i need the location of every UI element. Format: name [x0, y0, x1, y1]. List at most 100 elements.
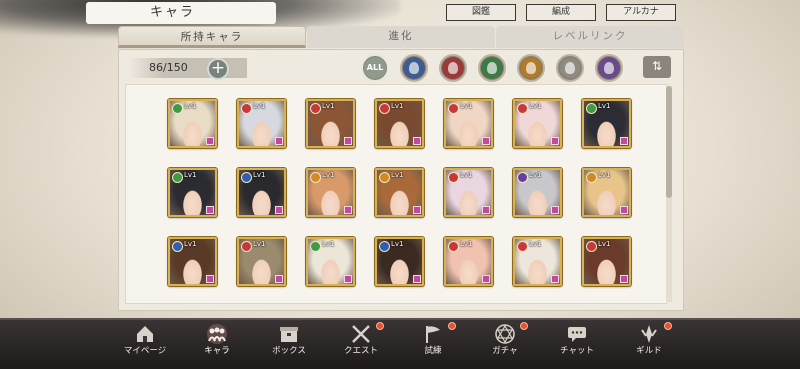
character-card[interactable]: Lv1 [444, 237, 493, 286]
water-element-icon [172, 241, 183, 252]
rarity-corner-icon [620, 137, 628, 145]
tab-owned[interactable]: 所持キャラ [118, 26, 306, 48]
earth-filter[interactable] [517, 54, 545, 82]
plus-icon[interactable]: + [207, 58, 229, 80]
character-card[interactable]: Lv1 [306, 168, 355, 217]
character-card[interactable]: Lv1 [237, 237, 286, 286]
water-element-icon [379, 241, 390, 252]
page-title: キャラ [86, 2, 276, 24]
level-label: Lv1 [253, 102, 266, 110]
level-label: Lv1 [184, 240, 197, 248]
character-panel: 86/150 + ALL ⇅ Lv1 Lv1 Lv1 Lv1 Lv1 Lv1 Lv1 Lv1 L… [118, 49, 684, 311]
nav-item-hexagram[interactable]: ガチャ [468, 320, 542, 369]
hensei-button[interactable]: 編成 [526, 4, 596, 21]
dark-icon [604, 62, 614, 74]
scrollbar-thumb[interactable] [666, 86, 672, 198]
nav-item-guild[interactable]: ギルド [612, 320, 686, 369]
arcana-button[interactable]: アルカナ [606, 4, 676, 21]
swords-icon [350, 324, 372, 344]
character-card[interactable]: Lv1 [168, 168, 217, 217]
wind-icon [487, 62, 497, 74]
rarity-corner-icon [413, 206, 421, 214]
rarity-corner-icon [344, 206, 352, 214]
fire-element-icon [448, 172, 459, 183]
rarity-corner-icon [275, 275, 283, 283]
character-card[interactable]: Lv1 [375, 237, 424, 286]
nav-item-chara[interactable]: キャラ [180, 320, 254, 369]
hexagram-icon [494, 324, 516, 344]
character-card[interactable]: Lv1 [513, 237, 562, 286]
dark-element-icon [517, 172, 528, 183]
fire-element-icon [241, 241, 252, 252]
guild-icon [638, 324, 660, 344]
character-card[interactable]: Lv1 [237, 99, 286, 148]
character-card[interactable]: Lv1 [375, 99, 424, 148]
nav-label: ボックス [272, 346, 306, 356]
character-card[interactable]: Lv1 [375, 168, 424, 217]
rarity-corner-icon [344, 275, 352, 283]
rarity-corner-icon [482, 206, 490, 214]
notification-badge [376, 322, 384, 330]
nav-item-home[interactable]: マイページ [108, 320, 182, 369]
tab-evolve[interactable]: 進化 [307, 26, 495, 48]
character-card[interactable]: Lv1 [237, 168, 286, 217]
filter-all-button[interactable]: ALL [361, 54, 389, 82]
earth-element-icon [586, 172, 597, 183]
level-label: Lv1 [460, 240, 473, 248]
level-label: Lv1 [322, 240, 335, 248]
fire-element-icon [310, 103, 321, 114]
fire-filter[interactable] [439, 54, 467, 82]
nav-label: キャラ [204, 346, 230, 356]
level-label: Lv1 [529, 102, 542, 110]
zukan-button[interactable]: 図鑑 [446, 4, 516, 21]
character-card[interactable]: Lv1 [444, 99, 493, 148]
nav-label: チャット [560, 346, 594, 356]
nav-label: 試練 [424, 346, 442, 356]
rarity-corner-icon [620, 206, 628, 214]
fire-element-icon [517, 241, 528, 252]
fire-element-icon [517, 103, 528, 114]
character-card[interactable]: Lv1 [513, 168, 562, 217]
rarity-corner-icon [482, 275, 490, 283]
nav-item-flag[interactable]: 試練 [396, 320, 470, 369]
wind-filter[interactable] [478, 54, 506, 82]
character-card[interactable]: Lv1 [582, 237, 631, 286]
nav-item-chat[interactable]: チャット [540, 320, 614, 369]
water-filter[interactable] [400, 54, 428, 82]
box-icon [278, 324, 300, 344]
nav-label: マイページ [123, 346, 167, 356]
earth-element-icon [379, 172, 390, 183]
character-card[interactable]: Lv1 [513, 99, 562, 148]
rarity-corner-icon [275, 206, 283, 214]
character-card[interactable]: Lv1 [168, 237, 217, 286]
character-card[interactable]: Lv1 [582, 168, 631, 217]
tab-level-link[interactable]: レベルリンク [496, 26, 684, 48]
character-card[interactable]: Lv1 [444, 168, 493, 217]
chara-icon [206, 324, 228, 344]
chat-icon [566, 324, 588, 344]
level-label: Lv1 [460, 102, 473, 110]
level-label: Lv1 [598, 240, 611, 248]
fire-element-icon [448, 103, 459, 114]
fire-element-icon [586, 241, 597, 252]
wind-element-icon [310, 241, 321, 252]
character-card[interactable]: Lv1 [582, 99, 631, 148]
character-card[interactable]: Lv1 [306, 99, 355, 148]
light-filter[interactable] [556, 54, 584, 82]
notification-badge [448, 322, 456, 330]
rarity-corner-icon [413, 275, 421, 283]
rarity-corner-icon [275, 137, 283, 145]
character-card[interactable]: Lv1 [306, 237, 355, 286]
character-card[interactable]: Lv1 [168, 99, 217, 148]
scrollbar[interactable] [666, 86, 672, 302]
level-label: Lv1 [529, 171, 542, 179]
fire-element-icon [379, 103, 390, 114]
nav-item-swords[interactable]: クエスト [324, 320, 398, 369]
notification-badge [520, 322, 528, 330]
sort-icon[interactable]: ⇅ [643, 56, 671, 78]
dark-filter[interactable] [595, 54, 623, 82]
nav-item-box[interactable]: ボックス [252, 320, 326, 369]
fire-icon [448, 62, 458, 74]
nav-label: ギルド [636, 346, 662, 356]
rarity-corner-icon [206, 206, 214, 214]
